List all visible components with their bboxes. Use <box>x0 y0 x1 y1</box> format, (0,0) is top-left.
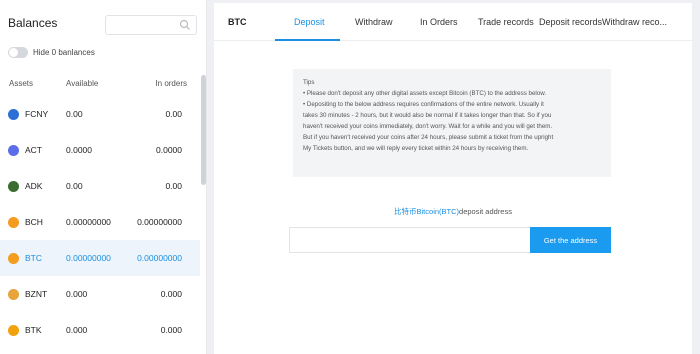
in-orders-amount: 0.000 <box>160 325 182 335</box>
column-assets: Assets <box>9 79 34 88</box>
get-address-button[interactable]: Get the address <box>530 227 611 253</box>
tips-line: • Please don't deposit any other digital… <box>303 90 547 97</box>
tab-coin-label: BTC <box>228 17 247 27</box>
balance-row-btk[interactable]: BTK 0.000 0.000 <box>0 312 200 348</box>
column-available: Available <box>66 79 99 88</box>
address-label-text: deposit address <box>459 207 512 216</box>
tab-withdraw-records[interactable]: Withdraw reco... <box>602 17 667 27</box>
asset-symbol: ADK <box>25 181 43 191</box>
tab-deposit[interactable]: Deposit <box>294 17 325 27</box>
coin-name-link[interactable]: 比特币Bitcoin(BTC) <box>394 207 459 216</box>
tips-title: Tips <box>303 79 315 86</box>
asset-tabs: BTC Deposit Withdraw In Orders Trade rec… <box>214 3 692 41</box>
asset-symbol: FCNY <box>25 109 49 119</box>
in-orders-amount: 0.00 <box>165 181 182 191</box>
column-in-orders: In orders <box>155 79 187 88</box>
tips-box: Tips • Please don't deposit any other di… <box>293 69 611 177</box>
tips-line: takes 30 minutes - 2 hours, but it would… <box>303 112 552 119</box>
tab-in-orders[interactable]: In Orders <box>420 17 458 27</box>
hide-zero-row: Hide 0 banlances <box>8 47 95 58</box>
tab-deposit-records[interactable]: Deposit records <box>539 17 602 27</box>
in-orders-amount: 0.00000000 <box>137 217 182 227</box>
active-tab-underline <box>275 39 340 41</box>
balance-row-bch[interactable]: BCH 0.00000000 0.00000000 <box>0 204 200 240</box>
tips-line: But if you haven't received your coins a… <box>303 134 554 141</box>
btc-coin-icon <box>8 253 19 264</box>
bch-coin-icon <box>8 217 19 228</box>
asset-symbol: BTC <box>25 253 42 263</box>
available-amount: 0.00000000 <box>66 217 111 227</box>
search-icon[interactable] <box>179 19 191 31</box>
asset-symbol: BCH <box>25 217 43 227</box>
in-orders-amount: 0.00000000 <box>137 253 182 263</box>
asset-symbol: BTK <box>25 325 42 335</box>
hide-zero-label: Hide 0 banlances <box>33 48 95 57</box>
available-amount: 0.000 <box>66 289 88 299</box>
asset-symbol: ACT <box>25 145 42 155</box>
in-orders-amount: 0.00 <box>165 109 182 119</box>
balances-list: FCNY 0.00 0.00 ACT 0.0000 0.0000 ADK 0.00 0.00 BC… <box>0 96 200 348</box>
bznt-coin-icon <box>8 289 19 300</box>
balances-panel: Balances Hide 0 banlances Assets Availab… <box>0 0 207 354</box>
balance-row-act[interactable]: ACT 0.0000 0.0000 <box>0 132 200 168</box>
balance-row-bznt[interactable]: BZNT 0.000 0.000 <box>0 276 200 312</box>
in-orders-amount: 0.0000 <box>156 145 182 155</box>
fcny-coin-icon <box>8 109 19 120</box>
balances-column-header: Assets Available In orders <box>0 79 207 91</box>
balance-search-input[interactable] <box>105 15 197 35</box>
available-amount: 0.0000 <box>66 145 92 155</box>
asset-symbol: BZNT <box>25 289 48 299</box>
balance-row-fcny[interactable]: FCNY 0.00 0.00 <box>0 96 200 132</box>
in-orders-amount: 0.000 <box>160 289 182 299</box>
deposit-address-label: 比特币Bitcoin(BTC)deposit address <box>214 206 692 217</box>
deposit-address-field[interactable] <box>289 227 531 253</box>
balances-scrollbar[interactable] <box>201 75 206 185</box>
available-amount: 0.00 <box>66 109 83 119</box>
tips-line: haven't received your coins immediately,… <box>303 123 553 130</box>
deposit-panel: BTC Deposit Withdraw In Orders Trade rec… <box>214 3 692 354</box>
hide-zero-toggle[interactable] <box>8 47 28 58</box>
available-amount: 0.00 <box>66 181 83 191</box>
tab-trade-records[interactable]: Trade records <box>478 17 534 27</box>
tips-line: • Depositing to the below address requir… <box>303 101 544 108</box>
tab-withdraw[interactable]: Withdraw <box>355 17 393 27</box>
balances-title: Balances <box>8 16 58 30</box>
available-amount: 0.000 <box>66 325 88 335</box>
balance-row-btc[interactable]: BTC 0.00000000 0.00000000 <box>0 240 200 276</box>
tips-line: My Tickets button, and we will reply eve… <box>303 145 529 152</box>
balance-row-adk[interactable]: ADK 0.00 0.00 <box>0 168 200 204</box>
act-coin-icon <box>8 145 19 156</box>
btk-coin-icon <box>8 325 19 336</box>
available-amount: 0.00000000 <box>66 253 111 263</box>
adk-coin-icon <box>8 181 19 192</box>
